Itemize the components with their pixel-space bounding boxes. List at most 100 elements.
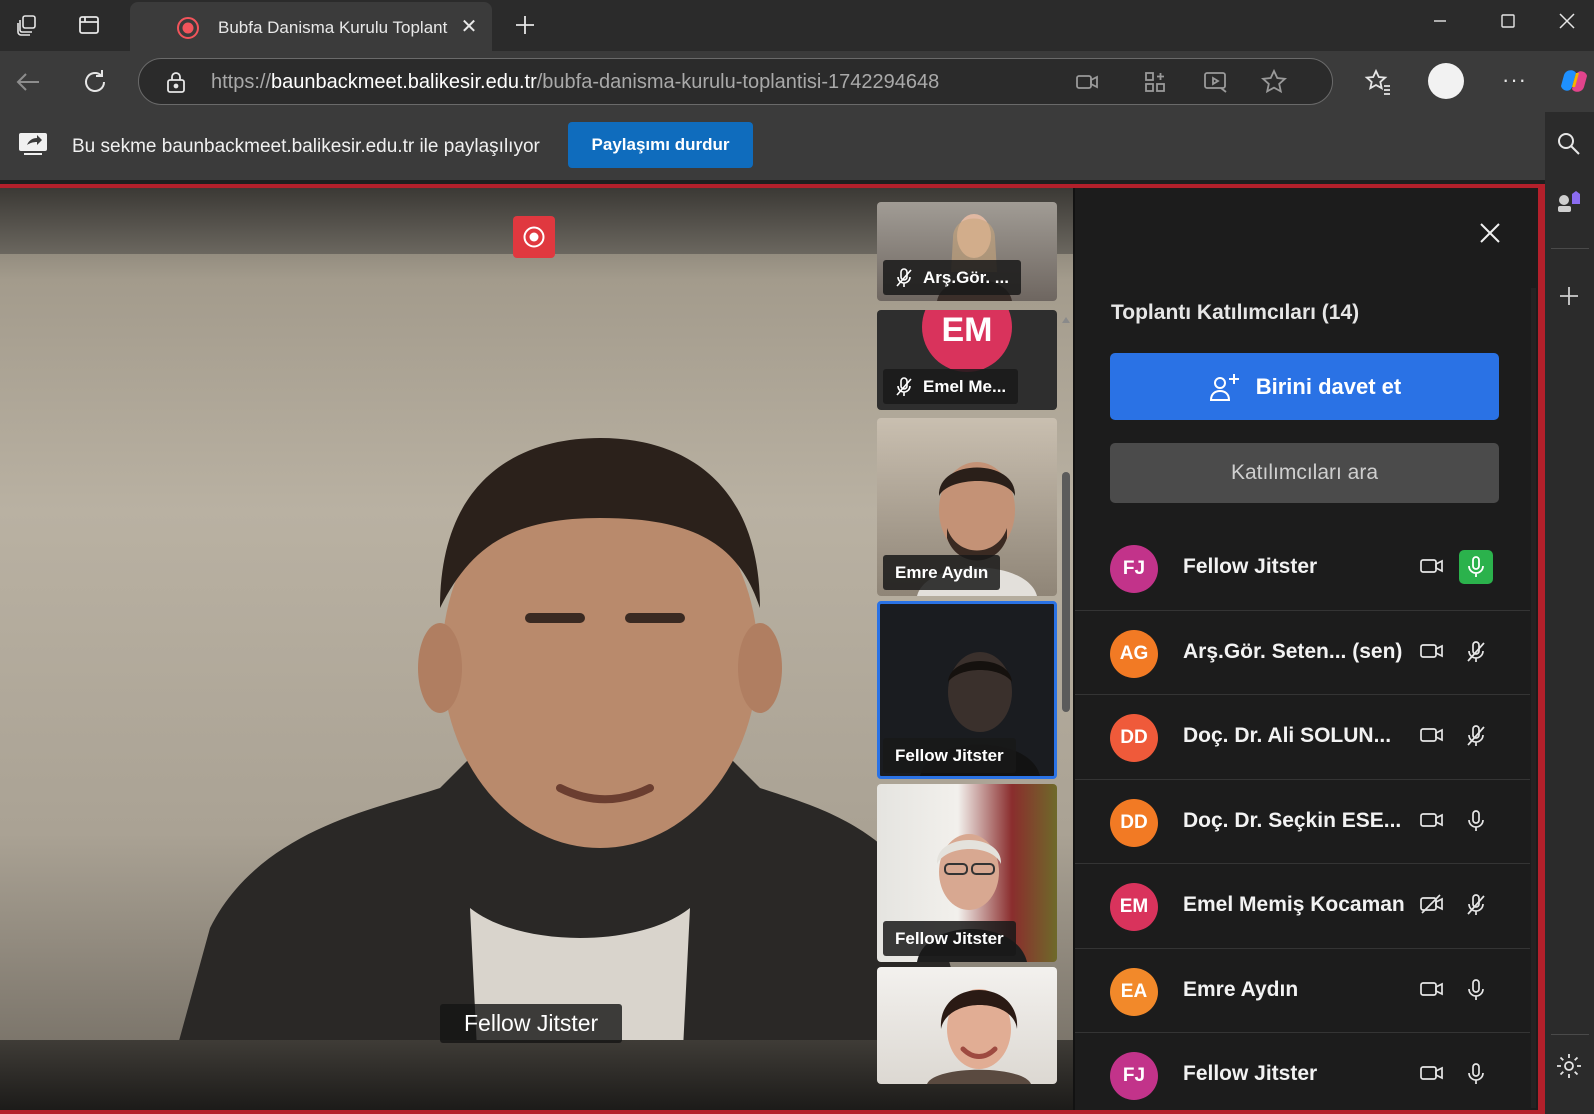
participant-name: Arş.Gör. Seten... (sen) (1183, 639, 1403, 663)
maximize-icon[interactable] (1478, 0, 1538, 42)
camera-on-icon[interactable] (1420, 641, 1444, 661)
muted-mic-icon (895, 267, 913, 288)
url-text[interactable]: https://baunbackmeet.balikesir.edu.tr/bu… (211, 71, 939, 94)
participant-row[interactable]: FJ Fellow Jitster (1075, 1033, 1530, 1110)
participant-row[interactable]: DD Doç. Dr. Ali SOLUN... (1075, 695, 1530, 780)
participant-avatar: EM (1110, 883, 1158, 931)
thumbnail-6-person (927, 989, 1031, 1084)
more-options-icon[interactable]: ··· (1502, 67, 1527, 93)
tab-title: Bubfa Danisma Kurulu Toplantisi (218, 18, 448, 37)
scroll-up-arrow-icon[interactable] (1062, 316, 1070, 324)
participant-row[interactable]: EM Emel Memiş Kocaman (1075, 864, 1530, 949)
panel-close-icon[interactable] (1473, 216, 1507, 250)
screen-share-icon (18, 132, 48, 156)
participant-row[interactable]: EA Emre Aydın (1075, 949, 1530, 1033)
favorite-star-icon[interactable] (1261, 69, 1287, 95)
workspaces-icon[interactable] (12, 10, 42, 40)
participant-row[interactable]: AG Arş.Gör. Seten... (sen) (1075, 611, 1530, 695)
address-bar[interactable]: https://baunbackmeet.balikesir.edu.tr/bu… (138, 58, 1333, 105)
browser-sidebar (1545, 112, 1594, 1114)
participant-search-input[interactable] (1110, 443, 1499, 503)
invite-button-label: Birini davet et (1255, 373, 1402, 399)
main-video-name-label: Fellow Jitster (440, 1004, 623, 1043)
thumbnail-scrollbar-thumb[interactable] (1062, 472, 1070, 712)
mic-on-icon[interactable] (1459, 804, 1493, 838)
camera-on-icon[interactable] (1420, 979, 1444, 999)
sidebar-chess-icon[interactable] (1555, 188, 1583, 216)
thumbnail-2-label: Emel Me... (883, 369, 1019, 404)
participant-list: FJ Fellow Jitster AG Arş.Gör. Seten... (… (1075, 526, 1538, 1110)
thumbnail-3-label: Emre Aydın (883, 555, 1001, 590)
sidebar-divider-bottom (1551, 1034, 1589, 1035)
meeting-content: Fellow Jitster Arş.Gör. ... EM Emel Me..… (0, 188, 1538, 1110)
thumbnail-6[interactable] (877, 967, 1057, 1084)
tab-active[interactable]: Bubfa Danisma Kurulu Toplantisi ✕ (130, 2, 492, 51)
camera-on-icon[interactable] (1420, 810, 1444, 830)
camera-on-icon[interactable] (1420, 556, 1444, 576)
thumbnail-5-name: Fellow Jitster (895, 928, 1004, 948)
participant-name: Fellow Jitster (1183, 555, 1318, 578)
thumbnail-3[interactable]: Emre Aydın (877, 418, 1057, 596)
participant-avatar: EA (1110, 967, 1158, 1016)
thumbnail-2-name: Emel Me... (923, 376, 1007, 396)
site-info-lock-icon[interactable] (165, 70, 187, 94)
thumbnail-5[interactable]: Fellow Jitster (877, 784, 1057, 962)
thumbnail-scrollbar[interactable] (1062, 316, 1070, 1098)
shared-tab-frame: Fellow Jitster Arş.Gör. ... EM Emel Me..… (0, 184, 1545, 1114)
url-host: baunbackmeet.balikesir.edu.tr (271, 71, 537, 93)
favorites-icon[interactable] (1364, 68, 1392, 96)
sidebar-settings-icon[interactable] (1555, 1052, 1583, 1080)
thumbnail-5-label: Fellow Jitster (883, 921, 1016, 956)
thumbnail-1-label: Arş.Gör. ... (883, 260, 1021, 295)
mic-on-icon[interactable] (1459, 973, 1493, 1007)
minimize-icon[interactable] (1410, 0, 1470, 42)
refresh-icon[interactable] (80, 67, 110, 97)
camera-on-icon[interactable] (1420, 725, 1444, 745)
invite-button[interactable]: Birini davet et (1110, 353, 1499, 420)
thumbnail-2[interactable]: EM Emel Me... (877, 310, 1057, 410)
participant-name: Emre Aydın (1183, 977, 1299, 1001)
app-available-icon[interactable] (1143, 70, 1167, 94)
tab-actions-icon[interactable] (74, 10, 104, 40)
participant-name: Doç. Dr. Ali SOLUN... (1183, 724, 1392, 747)
screen-share-bar: Bu sekme baunbackmeet.balikesir.edu.tr i… (0, 112, 1545, 180)
recording-tab-icon (176, 16, 200, 40)
thumbnail-4-label: Fellow Jitster (883, 738, 1016, 773)
stop-sharing-button[interactable]: Paylaşımı durdur (568, 122, 753, 168)
participant-avatar: FJ (1110, 1052, 1158, 1100)
browser-toolbar: https://baunbackmeet.balikesir.edu.tr/bu… (0, 51, 1594, 112)
muted-mic-icon (895, 376, 913, 397)
mic-muted-icon[interactable] (1459, 888, 1493, 922)
sidebar-divider (1551, 248, 1589, 249)
camera-in-use-icon[interactable] (1075, 71, 1099, 93)
new-tab-icon[interactable] (510, 10, 540, 40)
mic-on-icon[interactable] (1459, 1057, 1493, 1091)
camera-on-icon[interactable] (1420, 1063, 1444, 1083)
immersive-reader-icon[interactable] (1203, 70, 1229, 94)
participant-name: Fellow Jitster (1183, 1062, 1318, 1085)
thumbnail-4-active[interactable]: Fellow Jitster (877, 601, 1057, 779)
back-arrow-icon[interactable] (14, 67, 44, 97)
mic-muted-icon[interactable] (1459, 635, 1493, 669)
thumbnail-1[interactable]: Arş.Gör. ... (877, 202, 1057, 301)
recording-indicator[interactable] (513, 216, 555, 258)
participants-title: Toplantı Katılımcıları (14) (1111, 301, 1360, 324)
window-close-icon[interactable] (1540, 0, 1594, 42)
mic-speaking-icon[interactable] (1459, 550, 1493, 584)
copilot-icon[interactable] (1558, 65, 1590, 97)
sidebar-add-icon[interactable] (1557, 284, 1581, 308)
add-person-icon (1208, 371, 1242, 403)
tab-close-icon[interactable]: ✕ (458, 15, 480, 38)
panel-scrollbar[interactable] (1531, 288, 1536, 1108)
participant-row[interactable]: FJ Fellow Jitster (1075, 526, 1530, 611)
url-scheme: https:// (211, 71, 272, 93)
thumbnail-2-avatar: EM (922, 310, 1012, 372)
sidebar-search-icon[interactable] (1555, 130, 1583, 158)
participant-name: Emel Memiş Kocaman (1183, 893, 1405, 916)
camera-off-icon[interactable] (1420, 894, 1444, 914)
participant-avatar: AG (1110, 629, 1158, 678)
mic-muted-icon[interactable] (1459, 719, 1493, 753)
participant-row[interactable]: DD Doç. Dr. Seçkin ESE... (1075, 780, 1530, 864)
thumbnail-4-name: Fellow Jitster (895, 745, 1004, 765)
profile-avatar[interactable] (1428, 63, 1464, 99)
